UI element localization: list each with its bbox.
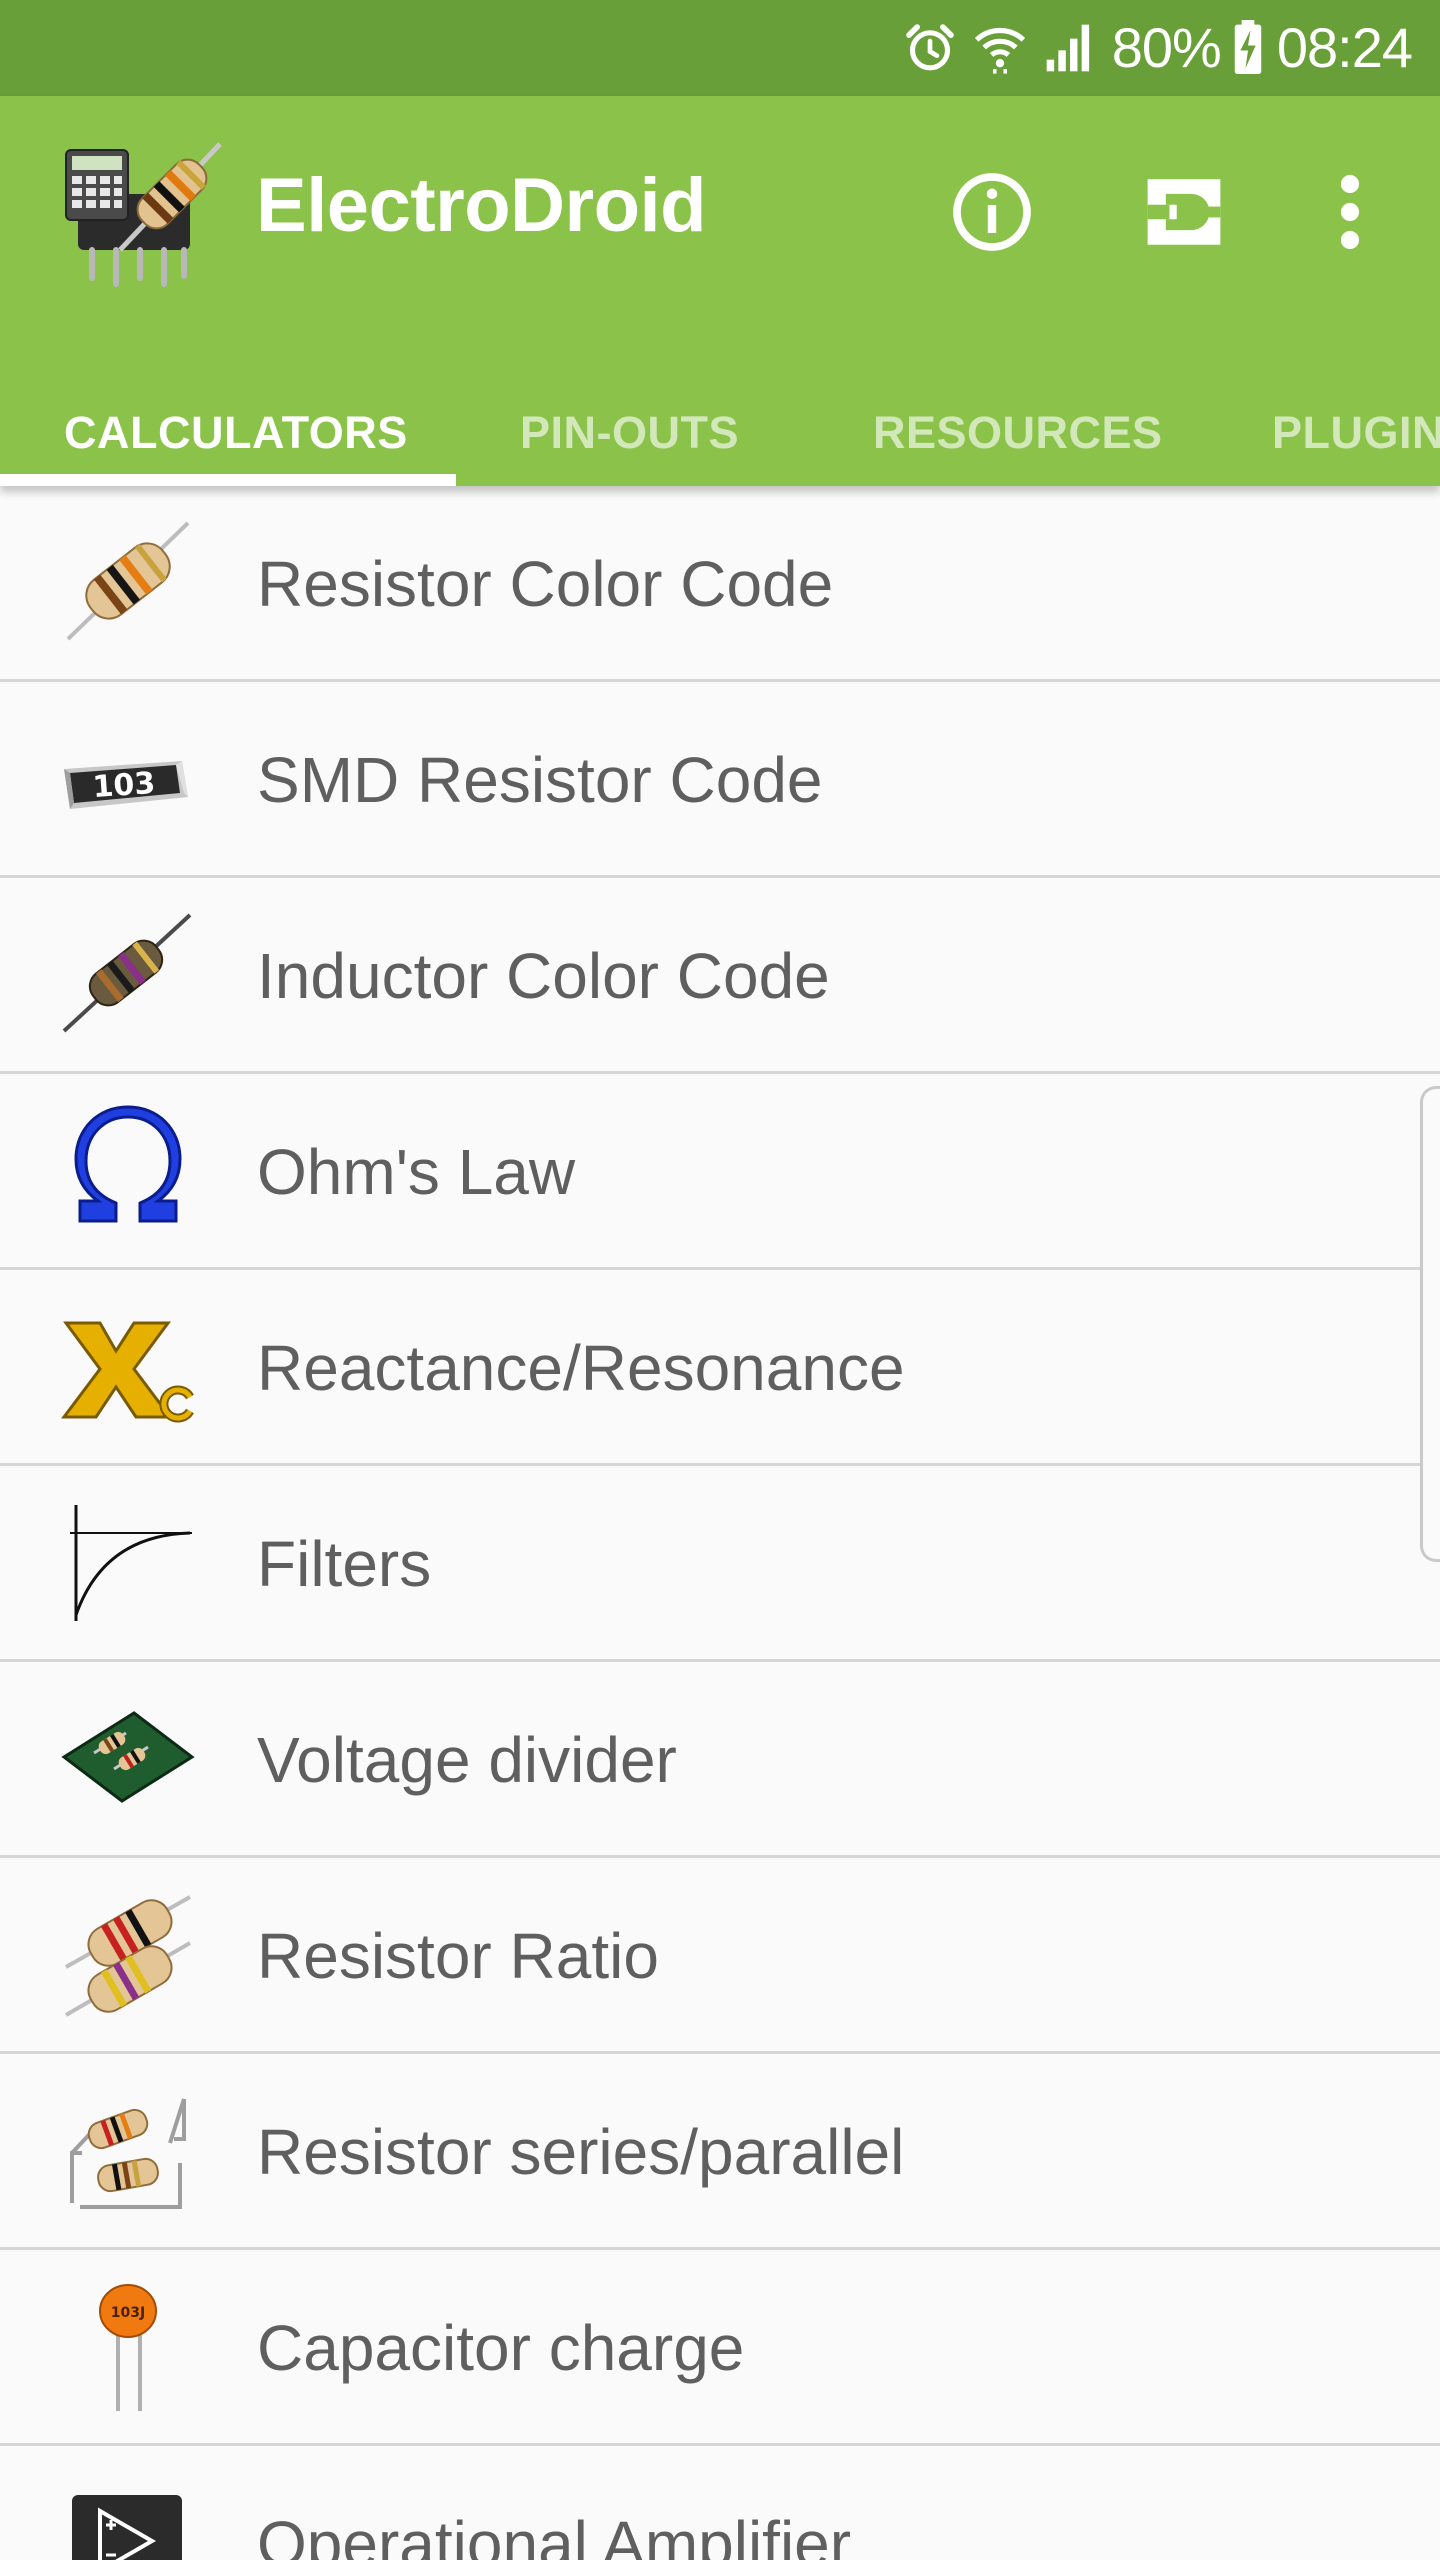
fast-scroll-handle[interactable]	[1420, 1086, 1440, 1562]
more-options-button[interactable]	[1300, 162, 1400, 262]
item-label: Resistor Ratio	[257, 1920, 659, 1992]
item-label: Inductor Color Code	[257, 940, 830, 1012]
app-title: ElectroDroid	[256, 163, 707, 248]
tab-resources[interactable]: RESOURCES	[873, 366, 1163, 486]
inductor-icon	[62, 913, 192, 1032]
clock: 08:24	[1276, 16, 1413, 79]
resistor-ratio-icon	[64, 1894, 192, 2017]
status-bar: 80% 08:24	[0, 0, 1440, 96]
list-item-resistor-series-parallel[interactable]: Resistor series/parallel	[0, 2054, 1440, 2250]
item-label: Capacitor charge	[257, 2312, 745, 2384]
list-item-inductor-color-code[interactable]: Inductor Color Code	[0, 878, 1440, 1074]
item-label: Filters	[257, 1528, 432, 1600]
info-icon	[953, 173, 1031, 251]
resistor-series-parallel-icon	[70, 2097, 186, 2209]
resistor-icon	[66, 521, 190, 640]
battery-percent: 80%	[1111, 16, 1222, 79]
list-item-filters[interactable]: Filters	[0, 1466, 1440, 1662]
opamp-icon	[72, 2494, 182, 2560]
list-item-operational-amplifier[interactable]: Operational Amplifier	[0, 2446, 1440, 2560]
omega-icon	[74, 1104, 182, 1222]
filter-curve-icon	[70, 1504, 192, 1621]
smd-resistor-icon: 103	[64, 760, 188, 809]
list-item-smd-resistor-code[interactable]: 103 SMD Resistor Code	[0, 682, 1440, 878]
tab-calculators[interactable]: CALCULATORS	[64, 366, 408, 486]
tab-bar: CALCULATORS PIN-OUTS RESOURCES PLUGINS	[0, 366, 1440, 486]
more-vert-icon	[1340, 174, 1360, 250]
list-item-reactance-resonance[interactable]: Reactance/Resonance	[0, 1270, 1440, 1466]
signal-icon	[1046, 24, 1089, 72]
plugin-icon	[1147, 179, 1221, 245]
list-item-voltage-divider[interactable]: Voltage divider	[0, 1662, 1440, 1858]
info-button[interactable]	[942, 162, 1042, 262]
capacitor-icon: 103J	[99, 2283, 157, 2411]
item-label: Reactance/Resonance	[257, 1332, 905, 1404]
calculator-list: Resistor Color Code 103 SMD Resistor Cod…	[0, 486, 1440, 2560]
plugin-button[interactable]	[1134, 162, 1234, 262]
tab-pin-outs[interactable]: PIN-OUTS	[520, 366, 739, 486]
item-label: Ohm's Law	[257, 1136, 576, 1208]
app-logo-icon	[65, 142, 222, 287]
item-label: Voltage divider	[257, 1724, 677, 1796]
battery-charging-icon	[1234, 20, 1262, 74]
voltage-divider-icon	[61, 1710, 195, 1803]
wifi-icon	[974, 28, 1025, 74]
list-item-resistor-color-code[interactable]: Resistor Color Code	[0, 486, 1440, 682]
item-label: Operational Amplifier	[257, 2508, 852, 2560]
tab-indicator	[0, 474, 456, 486]
alarm-icon	[905, 24, 954, 71]
toolbar: ElectroDroid	[0, 96, 1440, 326]
list-item-resistor-ratio[interactable]: Resistor Ratio	[0, 1858, 1440, 2054]
item-label: SMD Resistor Code	[257, 744, 823, 816]
reactance-icon	[61, 1321, 194, 1422]
list-item-capacitor-charge[interactable]: 103J Capacitor charge	[0, 2250, 1440, 2446]
item-label: Resistor Color Code	[257, 548, 834, 620]
tab-plugins[interactable]: PLUGINS	[1272, 366, 1440, 486]
item-label: Resistor series/parallel	[257, 2116, 905, 2188]
capacitor-code-text: 103J	[111, 2305, 145, 2321]
smd-code-text: 103	[91, 765, 156, 804]
app-bar: ElectroDroid CALCULATORS PIN-OUTS RESOUR…	[0, 96, 1440, 486]
list-item-ohms-law[interactable]: Ohm's Law	[0, 1074, 1440, 1270]
